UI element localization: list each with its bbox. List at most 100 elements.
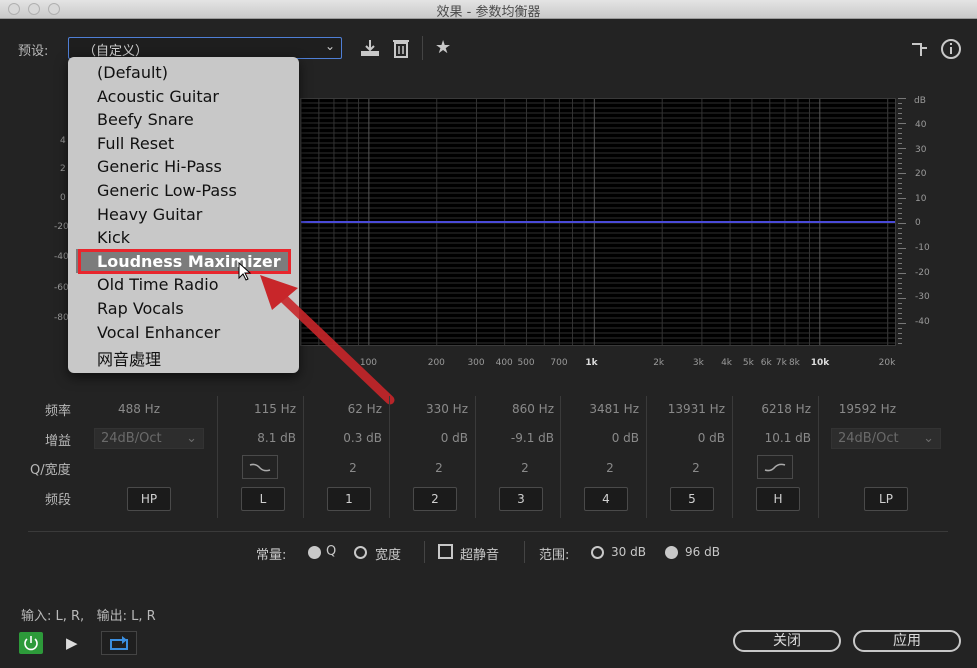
constant-q-radio[interactable]	[308, 546, 321, 559]
routing-icon[interactable]	[910, 40, 930, 62]
preset-option[interactable]: Rap Vocals	[97, 299, 184, 318]
range-30-radio[interactable]	[591, 546, 604, 559]
loop-button[interactable]	[101, 631, 137, 655]
preset-option[interactable]: Beefy Snare	[97, 110, 194, 129]
db-tick-label: -20	[915, 267, 930, 278]
chevron-down-icon: ⌄	[923, 431, 934, 446]
hz-tick-label: 1k	[585, 358, 598, 368]
preset-option[interactable]: Full Reset	[97, 134, 174, 153]
preset-option[interactable]: (Default)	[97, 63, 168, 82]
low-shelf-shape-button[interactable]	[242, 455, 278, 479]
band-q-value[interactable]: 2	[581, 461, 639, 475]
apply-button[interactable]: 应用	[853, 630, 961, 652]
hz-tick-label: 7k	[775, 358, 787, 368]
preset-option[interactable]: Heavy Guitar	[97, 205, 202, 224]
db-tick-mark	[898, 123, 906, 124]
mouse-cursor	[238, 262, 252, 281]
row-label-q: Q/宽度	[30, 463, 71, 478]
db-tick-mark	[898, 278, 902, 279]
band-freq-value[interactable]: 3481 Hz	[563, 402, 639, 416]
power-button[interactable]	[19, 632, 43, 654]
band-q-value[interactable]: 2	[410, 461, 468, 475]
left-axis-label: 2	[60, 164, 66, 174]
preset-option[interactable]: Kick	[97, 228, 130, 247]
preset-option[interactable]: Acoustic Guitar	[97, 87, 219, 106]
band-button-1[interactable]: 1	[327, 487, 371, 511]
band-button-3[interactable]: 3	[499, 487, 543, 511]
band-button-4[interactable]: 4	[584, 487, 628, 511]
play-icon[interactable]: ▶	[66, 634, 78, 652]
ultra-quiet-label: 超静音	[460, 548, 500, 563]
star-icon[interactable]: ★	[435, 37, 451, 58]
lp-slope-select[interactable]: 24dB/Oct ⌄	[831, 428, 941, 449]
delete-icon[interactable]	[392, 38, 410, 62]
preset-option[interactable]: Generic Hi-Pass	[97, 157, 222, 176]
chevron-down-icon: ⌄	[324, 39, 335, 53]
band-gain-value[interactable]: 0 dB	[563, 431, 639, 445]
band-freq-value[interactable]: 330 Hz	[392, 402, 468, 416]
band-button-H[interactable]: H	[756, 487, 800, 511]
row-label-band: 频段	[45, 493, 72, 508]
constant-width-radio[interactable]	[354, 546, 367, 559]
db-tick-mark	[898, 108, 902, 109]
close-button[interactable]: 关闭	[733, 630, 841, 652]
preset-option[interactable]: Vocal Enhancer	[97, 323, 220, 342]
hz-tick-label: 8k	[788, 358, 800, 368]
lp-freq-value[interactable]: 19592 Hz	[826, 402, 896, 416]
hz-tick-label: 10k	[810, 358, 830, 368]
band-gain-value[interactable]: -9.1 dB	[478, 431, 554, 445]
title-bar: 效果 - 参数均衡器	[0, 0, 977, 20]
band-freq-value[interactable]: 115 Hz	[220, 402, 296, 416]
band-gain-value[interactable]: 0.3 dB	[306, 431, 382, 445]
save-preset-icon[interactable]	[359, 38, 381, 62]
constant-q-label: Q	[326, 544, 337, 559]
db-tick-mark	[898, 118, 902, 119]
band-separator	[217, 396, 218, 518]
band-button-L[interactable]: L	[241, 487, 285, 511]
db-tick-mark	[898, 148, 906, 149]
db-tick-mark	[898, 323, 906, 324]
db-tick-mark	[898, 103, 902, 104]
db-tick-mark	[898, 318, 902, 319]
db-tick-mark	[898, 313, 902, 314]
hz-tick-label: 2k	[653, 358, 665, 368]
range-96-radio[interactable]	[665, 546, 678, 559]
range-96-label: 96 dB	[685, 545, 720, 559]
preset-label: 预设:	[18, 44, 49, 59]
band-freq-value[interactable]: 6218 Hz	[735, 402, 811, 416]
band-q-value[interactable]: 2	[496, 461, 554, 475]
band-separator	[560, 396, 561, 518]
band-separator	[303, 396, 304, 518]
ultra-quiet-checkbox[interactable]	[438, 544, 453, 559]
band-button-2[interactable]: 2	[413, 487, 457, 511]
hp-slope-select[interactable]: 24dB/Oct ⌄	[94, 428, 204, 449]
constant-width-label: 宽度	[375, 548, 402, 563]
band-freq-value[interactable]: 860 Hz	[478, 402, 554, 416]
band-gain-value[interactable]: 8.1 dB	[220, 431, 296, 445]
band-gain-value[interactable]: 0 dB	[649, 431, 725, 445]
db-tick-label: 0	[915, 218, 921, 229]
left-axis-label: 0	[60, 193, 66, 203]
band-q-value[interactable]: 2	[324, 461, 382, 475]
info-icon[interactable]	[940, 38, 962, 64]
preset-select[interactable]: （自定义） ⌄	[68, 37, 342, 59]
preset-option[interactable]: Old Time Radio	[97, 275, 218, 294]
band-button-hp[interactable]: HP	[127, 487, 171, 511]
db-tick-label: 10	[915, 193, 927, 204]
hz-tick-label: 700	[550, 358, 568, 368]
band-freq-value[interactable]: 62 Hz	[306, 402, 382, 416]
band-button-lp[interactable]: LP	[864, 487, 908, 511]
band-gain-value[interactable]: 0 dB	[392, 431, 468, 445]
preset-option[interactable]: 网音處理	[97, 346, 161, 370]
hp-freq-value[interactable]: 488 Hz	[100, 402, 160, 416]
band-gain-value[interactable]: 10.1 dB	[735, 431, 811, 445]
db-tick-mark	[898, 163, 902, 164]
loop-icon	[110, 636, 128, 650]
band-q-value[interactable]: 2	[667, 461, 725, 475]
band-button-5[interactable]: 5	[670, 487, 714, 511]
db-tick-label: -10	[915, 243, 930, 253]
hz-tick-label: 400	[495, 358, 513, 368]
preset-option[interactable]: Generic Low-Pass	[97, 181, 237, 200]
band-freq-value[interactable]: 13931 Hz	[649, 402, 725, 416]
high-shelf-shape-button[interactable]	[757, 455, 793, 479]
